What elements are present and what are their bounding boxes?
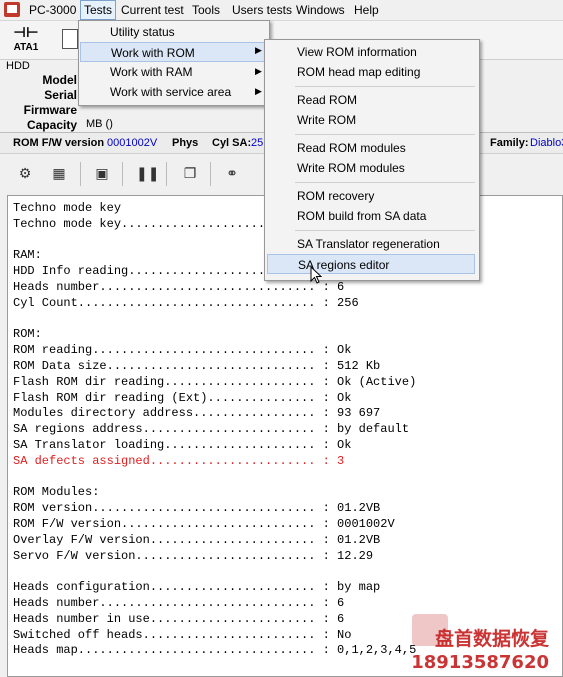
menu-item-label: SA Translator regeneration	[297, 237, 440, 251]
menu-item-read-rom[interactable]: Read ROM	[297, 90, 357, 110]
console-line: ROM version.............................…	[13, 501, 381, 516]
menu-item-label: Work with service area	[110, 85, 232, 99]
console-line: Switched off heads......................…	[13, 627, 352, 642]
capacity-label: Capacity	[26, 118, 77, 132]
console-line: ROM F/W version.........................…	[13, 517, 395, 531]
model-label: Model	[42, 73, 77, 87]
family-label: Family:	[490, 137, 529, 149]
menu-item-work-with-service-area[interactable]: Work with service area	[79, 82, 267, 102]
tests-dropdown: Utility status Work with ROM ▶ Work with…	[78, 20, 270, 106]
console-line: Flash ROM dir reading (Ext).............…	[13, 390, 352, 405]
menu-bar: PC-3000 Tests Current test Tools Users t…	[0, 0, 563, 21]
menu-item-label: Work with RAM	[110, 65, 193, 79]
rom-fw-value: 0001002V	[107, 137, 158, 149]
menu-item-sa-translator-regeneration[interactable]: SA Translator regeneration	[297, 234, 440, 254]
rom-submenu: View ROM information ROM head map editin…	[264, 39, 480, 281]
watermark-phone: 18913587620	[411, 652, 549, 673]
serial-label: Serial	[44, 88, 77, 102]
console-line: ROM Modules:	[13, 485, 100, 500]
cyl-sa-label: Cyl SA:	[212, 137, 252, 149]
save-icon[interactable]: ▣	[92, 164, 112, 184]
firmware-label: Firmware	[23, 103, 77, 117]
family-value: Diablo3	[530, 137, 563, 149]
menu-item-label: ROM head map editing	[297, 65, 421, 79]
console-line: Modules directory address...............…	[13, 406, 381, 421]
submenu-arrow-icon: ▶	[255, 67, 262, 77]
menu-item-label: Utility status	[110, 25, 175, 39]
menu-item-work-with-ram[interactable]: Work with RAM	[79, 62, 267, 82]
console-line: SA regions address......................…	[13, 422, 410, 437]
copy-icon[interactable]: ❐	[180, 164, 200, 184]
console-line: ROM reading.............................…	[13, 343, 352, 358]
menu-tests[interactable]: Tests	[80, 0, 117, 20]
device-icon[interactable]	[62, 29, 78, 49]
menu-item-label: ROM build from SA data	[297, 209, 427, 223]
console-line: ROM:	[13, 327, 42, 342]
menu-separator	[295, 86, 475, 87]
menu-item-utility-status[interactable]: Utility status	[79, 22, 267, 42]
menu-item-label: Work with ROM	[111, 46, 195, 60]
console-line: SA Translator loading...................…	[13, 438, 352, 452]
console-line: ROM Data size...........................…	[13, 359, 381, 373]
pause-icon[interactable]: ❚❚	[136, 164, 159, 184]
ata1-label: ATA1	[13, 42, 39, 53]
console-line: Heads number............................…	[13, 280, 345, 294]
console-line: Heads number in use.....................…	[13, 611, 345, 626]
submenu-arrow-icon: ▶	[255, 46, 262, 56]
toolbar-divider	[80, 162, 81, 186]
menu-item-label: Read ROM	[297, 93, 358, 107]
config-icon[interactable]: ⚙	[15, 164, 35, 184]
menu-item-sa-regions-editor[interactable]: SA regions editor	[267, 254, 475, 274]
console-line: SA defects assigned.....................…	[13, 453, 345, 468]
menu-item-view-rom-information[interactable]: View ROM information	[297, 42, 417, 62]
console-line: Servo F/W version.......................…	[13, 548, 374, 563]
submenu-arrow-icon: ▶	[255, 87, 262, 97]
mouse-cursor-icon	[310, 266, 322, 284]
toolbar-divider	[166, 162, 167, 186]
menu-users-tests[interactable]: Users tests	[229, 1, 295, 19]
binoculars-icon[interactable]: ⚭	[222, 164, 242, 184]
console-line: Overlay F/W version.....................…	[13, 532, 381, 547]
console-line: Techno mode key	[13, 201, 122, 215]
watermark-text: 盘首数据恢复	[434, 628, 549, 650]
menu-item-rom-build-from-sa-data[interactable]: ROM build from SA data	[297, 206, 426, 226]
ata1-button[interactable]: ⊣⊢ ATA1	[8, 24, 44, 56]
app-icon[interactable]	[4, 2, 20, 17]
console-line: RAM:	[13, 248, 42, 263]
console-line: Flash ROM dir reading...................…	[13, 374, 417, 389]
menu-item-label: ROM recovery	[297, 189, 375, 203]
module-icon[interactable]: ▦	[49, 164, 69, 184]
menu-item-label: View ROM information	[297, 45, 417, 59]
toolbar-divider	[122, 162, 123, 186]
console-line: Cyl Count...............................…	[13, 295, 359, 310]
menu-current-test[interactable]: Current test	[118, 1, 187, 19]
rom-fw-label: ROM F/W version	[13, 137, 105, 149]
cyl-sa-value: 25	[251, 137, 264, 149]
toolbar-divider	[210, 162, 211, 186]
menu-item-work-with-rom[interactable]: Work with ROM	[80, 42, 266, 62]
app-title: PC-3000	[29, 3, 77, 17]
menu-item-read-rom-modules[interactable]: Read ROM modules	[297, 138, 406, 158]
console-line: Heads map...............................…	[13, 643, 417, 658]
menu-separator	[295, 134, 475, 135]
menu-item-rom-head-map-editing[interactable]: ROM head map editing	[297, 62, 420, 82]
menu-item-write-rom[interactable]: Write ROM	[297, 110, 356, 130]
menu-windows[interactable]: Windows	[293, 1, 348, 19]
menu-separator	[295, 230, 475, 231]
console-line: Heads configuration.....................…	[13, 580, 381, 595]
menu-tools[interactable]: Tools	[189, 1, 223, 19]
phys-label: Phys	[172, 137, 199, 149]
menu-separator	[295, 182, 475, 183]
console-line: Heads number............................…	[13, 596, 345, 610]
menu-item-label: Write ROM	[297, 113, 357, 127]
hdd-group-label: HDD	[6, 60, 30, 72]
menu-item-write-rom-modules[interactable]: Write ROM modules	[297, 158, 405, 178]
menu-item-label: Write ROM modules	[297, 161, 405, 175]
menu-item-label: Read ROM modules	[297, 141, 406, 155]
menu-item-rom-recovery[interactable]: ROM recovery	[297, 186, 374, 206]
ata-connector-icon: ⊣⊢	[13, 25, 39, 41]
menu-help[interactable]: Help	[351, 1, 382, 19]
capacity-value: MB ()	[86, 118, 113, 130]
